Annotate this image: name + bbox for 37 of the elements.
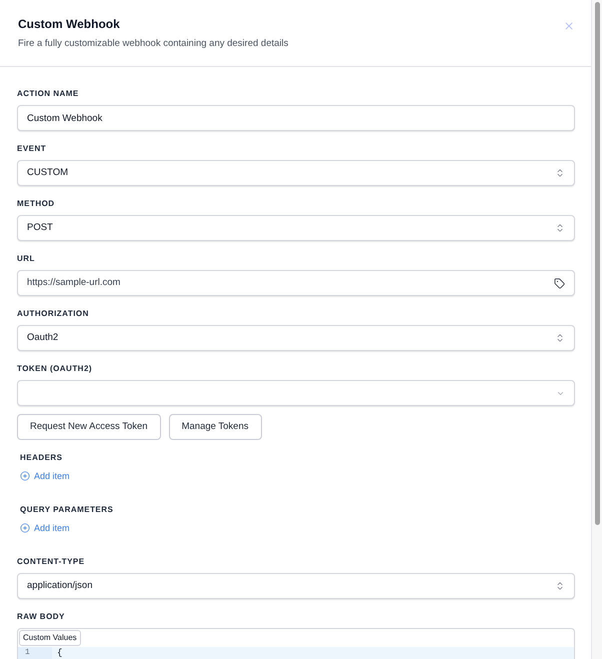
dialog-title: Custom Webhook — [18, 17, 121, 32]
field-label: HEADERS — [20, 452, 62, 464]
custom-values-button[interactable]: Custom Values — [19, 630, 81, 646]
select-field[interactable]: Oauth2 — [17, 325, 575, 351]
field-label: EVENT — [17, 143, 46, 155]
scrollbar[interactable] — [592, 0, 602, 659]
select-field[interactable]: CUSTOM — [17, 160, 575, 186]
chevrons-up-down-icon — [555, 168, 565, 178]
text-input[interactable]: Custom Webhook — [17, 105, 575, 131]
field-label: TOKEN (OAUTH2) — [17, 363, 92, 375]
select-field[interactable]: POST — [17, 215, 575, 241]
plus-circle-icon — [20, 523, 30, 533]
chevrons-up-down-icon — [555, 333, 565, 343]
code-editor[interactable]: Custom Values 1 { — [17, 628, 575, 659]
url-input[interactable]: https://sample-url.com — [17, 270, 575, 296]
dialog-subtitle: Fire a fully customizable webhook containing any desired details — [18, 38, 288, 50]
field-label: RAW BODY — [17, 611, 65, 623]
tag-icon — [554, 278, 565, 288]
field-label: AUTHORIZATION — [17, 308, 89, 320]
add-item-link[interactable]: Add item — [20, 522, 70, 534]
field-label: URL — [17, 253, 35, 265]
chevrons-up-down-icon — [555, 581, 565, 591]
select-field[interactable]: application/json — [17, 573, 575, 599]
chevrons-up-down-icon — [555, 223, 565, 233]
close-icon — [563, 20, 575, 32]
field-label: ACTION NAME — [17, 88, 79, 100]
plus-circle-icon — [20, 471, 30, 481]
add-item-link[interactable]: Add item — [20, 470, 70, 482]
field-label: QUERY PARAMETERS — [20, 504, 114, 516]
scrollbar-thumb[interactable] — [594, 2, 600, 525]
dropdown-field[interactable] — [17, 380, 575, 406]
code-text: { — [56, 648, 62, 658]
field-label: METHOD — [17, 198, 55, 210]
token-button[interactable]: Request New Access Token — [17, 414, 161, 440]
token-button[interactable]: Manage Tokens — [168, 414, 262, 440]
line-number: 1 — [18, 647, 52, 659]
field-label: CONTENT-TYPE — [17, 556, 85, 568]
